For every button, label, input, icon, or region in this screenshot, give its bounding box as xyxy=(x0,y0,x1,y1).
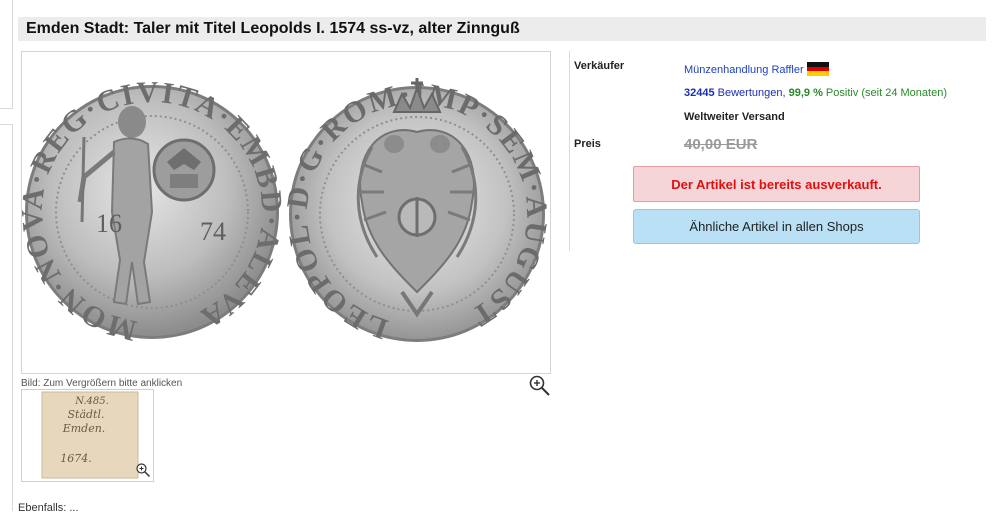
left-sidebar-bottom-panel xyxy=(0,124,13,511)
obverse-coin: MON·NOVA·REG·CIVITA·EMBD·ALEVA 16 74 xyxy=(22,76,287,348)
ratings-count[interactable]: 32445 xyxy=(684,87,715,99)
seller-name[interactable]: Münzenhandlung Raffler xyxy=(684,64,804,76)
ratings-word[interactable]: Bewertungen, xyxy=(718,87,786,99)
thumb-note-line-3: Emden. xyxy=(62,422,106,435)
similar-items-button[interactable]: Ähnliche Artikel in allen Shops xyxy=(633,209,920,244)
ratings-percent: 99,9 % xyxy=(788,87,823,99)
magnifier-plus-icon[interactable] xyxy=(528,374,552,398)
obverse-year-left: 16 xyxy=(96,209,122,238)
info-divider xyxy=(569,51,570,251)
description-start-text: Ebenfalls: ... xyxy=(18,502,79,514)
seller-ratings: 32445 Bewertungen, 99,9 % Positiv (seit … xyxy=(684,87,947,99)
ratings-positive-text: Positiv (seit 24 Monaten) xyxy=(825,87,947,99)
image-zoom-caption: Bild: Zum Vergrößern bitte anklicken xyxy=(21,378,183,389)
thumb-note-line-4: 1674. xyxy=(60,452,92,465)
left-sidebar-top-panel xyxy=(0,0,13,109)
reverse-coin: LEOPOL·D·G·ROM·IMP·SEM·AUGUST xyxy=(281,78,550,346)
obverse-year-right: 74 xyxy=(200,217,226,246)
price-label: Preis xyxy=(574,138,601,150)
price-value: 40,00 EUR xyxy=(684,136,758,153)
seller-label: Verkäufer xyxy=(574,60,625,72)
thumbnail-graphic: N.485. Städtl. Emden. 1674. xyxy=(41,391,139,479)
page-title: Emden Stadt: Taler mit Titel Leopolds I.… xyxy=(26,20,520,37)
seller-link[interactable]: Münzenhandlung Raffler xyxy=(684,62,829,76)
thumb-note-line-2: Städtl. xyxy=(68,408,105,421)
thumb-note-line-1: N.485. xyxy=(74,396,109,407)
thumbnail-zoom-icon[interactable] xyxy=(135,462,151,478)
main-coin-image[interactable]: MON·NOVA·REG·CIVITA·EMBD·ALEVA 16 74 LEO… xyxy=(21,51,551,374)
sold-out-notice: Der Artikel ist bereits ausverkauft. xyxy=(633,166,920,202)
shipping-info: Weltweiter Versand xyxy=(684,111,785,123)
title-bar: Emden Stadt: Taler mit Titel Leopolds I.… xyxy=(18,17,986,41)
germany-flag-icon xyxy=(806,62,829,76)
coin-image-graphic: MON·NOVA·REG·CIVITA·EMBD·ALEVA 16 74 LEO… xyxy=(22,76,550,348)
